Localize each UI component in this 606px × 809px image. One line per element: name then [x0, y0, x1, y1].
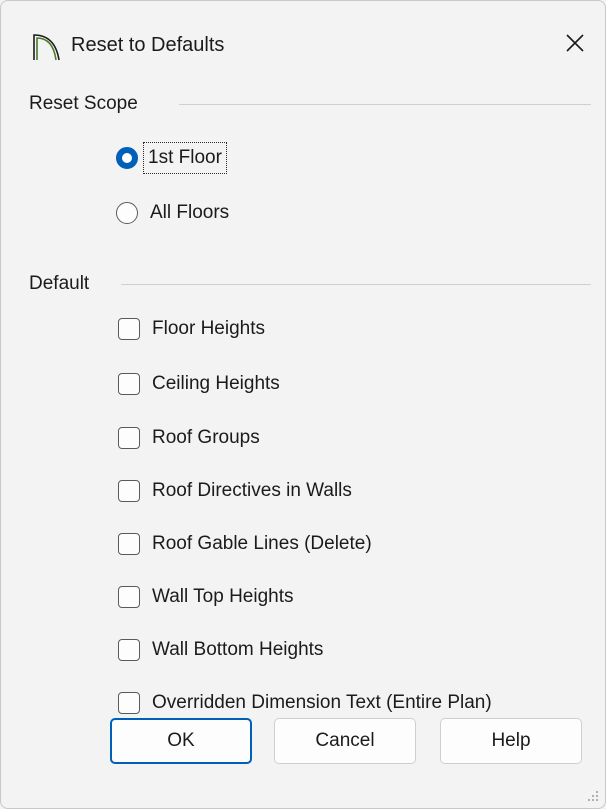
checkbox-box[interactable] [118, 427, 140, 449]
checkbox-box[interactable] [118, 692, 140, 714]
checkbox-label: Overridden Dimension Text (Entire Plan) [152, 692, 492, 713]
checkbox-wall-bottom-heights[interactable]: Wall Bottom Heights [118, 633, 323, 667]
default-divider [121, 284, 591, 285]
radio-indicator-1st-floor[interactable] [116, 147, 138, 169]
radio-1st-floor[interactable]: 1st Floor [116, 141, 227, 175]
checkbox-box[interactable] [118, 639, 140, 661]
checkbox-box[interactable] [118, 373, 140, 395]
reset-to-defaults-dialog: Reset to Defaults Reset Scope 1st Floor … [0, 0, 606, 809]
checkbox-ceiling-heights[interactable]: Ceiling Heights [118, 367, 280, 401]
checkbox-label: Wall Top Heights [152, 586, 294, 607]
reset-scope-divider [179, 104, 591, 105]
checkbox-label: Ceiling Heights [152, 373, 280, 394]
help-button[interactable]: Help [440, 718, 582, 764]
reset-scope-label: Reset Scope [29, 91, 146, 117]
title-bar[interactable]: Reset to Defaults [1, 1, 605, 89]
checkbox-roof-groups[interactable]: Roof Groups [118, 421, 260, 455]
checkbox-label: Roof Groups [152, 427, 260, 448]
close-button[interactable] [553, 21, 597, 65]
checkbox-label: Wall Bottom Heights [152, 639, 324, 660]
radio-label-1st-floor: 1st Floor [143, 142, 227, 174]
checkbox-roof-gable-lines[interactable]: Roof Gable Lines (Delete) [118, 527, 372, 561]
window-title: Reset to Defaults [71, 34, 225, 56]
checkbox-overridden-dimension-text[interactable]: Overridden Dimension Text (Entire Plan) [118, 686, 492, 720]
close-icon [566, 34, 584, 52]
ok-button[interactable]: OK [110, 718, 252, 764]
radio-label-all-floors: All Floors [150, 202, 230, 223]
checkbox-box[interactable] [118, 318, 140, 340]
checkbox-label: Floor Heights [152, 318, 265, 339]
checkbox-label: Roof Directives in Walls [152, 480, 352, 501]
resize-grip-icon[interactable] [587, 790, 599, 802]
app-arch-icon [33, 34, 60, 61]
checkbox-box[interactable] [118, 480, 140, 502]
radio-all-floors[interactable]: All Floors [116, 196, 229, 230]
cancel-button[interactable]: Cancel [274, 718, 416, 764]
checkbox-box[interactable] [118, 586, 140, 608]
checkbox-label: Roof Gable Lines (Delete) [152, 533, 372, 554]
default-label: Default [29, 271, 98, 297]
checkbox-box[interactable] [118, 533, 140, 555]
radio-indicator-all-floors[interactable] [116, 202, 138, 224]
checkbox-floor-heights[interactable]: Floor Heights [118, 312, 265, 346]
checkbox-wall-top-heights[interactable]: Wall Top Heights [118, 580, 294, 614]
checkbox-roof-directives-in-walls[interactable]: Roof Directives in Walls [118, 474, 352, 508]
